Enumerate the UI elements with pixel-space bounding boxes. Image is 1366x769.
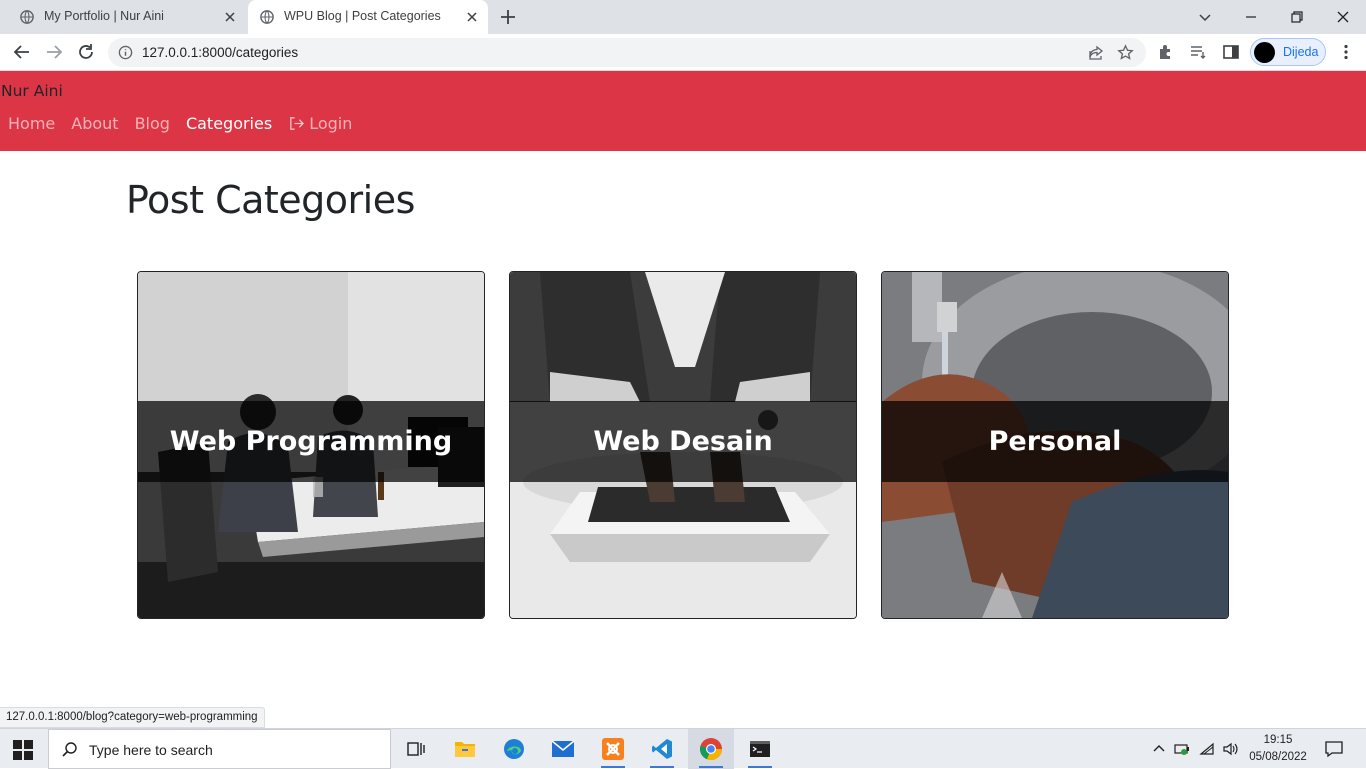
bookmark-star-icon[interactable] xyxy=(1117,44,1134,61)
nav-login-label: Login xyxy=(309,114,353,133)
clock-date: 05/08/2022 xyxy=(1249,751,1307,763)
tray-chevron-up-icon[interactable] xyxy=(1151,741,1167,757)
forward-arrow-icon[interactable] xyxy=(44,42,64,62)
browser-toolbar: 127.0.0.1:8000/categories Dijeda xyxy=(0,34,1366,71)
nav-links: Home About Blog Categories Login xyxy=(8,114,368,133)
nav-categories[interactable]: Categories xyxy=(186,114,272,133)
nav-home[interactable]: Home xyxy=(8,114,55,133)
search-icon xyxy=(62,742,77,757)
tab-my-portfolio[interactable]: My Portfolio | Nur Aini xyxy=(8,0,246,34)
category-title: Web Programming xyxy=(169,426,453,457)
side-panel-icon[interactable] xyxy=(1222,43,1240,61)
minimize-icon[interactable] xyxy=(1240,6,1262,28)
profile-button[interactable]: Dijeda xyxy=(1250,38,1326,66)
tab-search-chevron-icon[interactable] xyxy=(1194,6,1216,28)
system-clock[interactable]: 19:15 05/08/2022 xyxy=(1246,732,1310,766)
page-title: Post Categories xyxy=(126,178,415,222)
taskbar-search[interactable]: Type here to search xyxy=(48,729,391,769)
site-brand[interactable]: Nur Aini xyxy=(1,82,63,100)
notification-icon[interactable] xyxy=(1324,739,1344,759)
menu-kebab-icon[interactable] xyxy=(1337,43,1355,61)
restore-icon[interactable] xyxy=(1286,6,1308,28)
mail-button[interactable] xyxy=(540,729,586,769)
taskbar: Type here to search 19:15 05/08/2022 xyxy=(0,728,1366,769)
edge-icon xyxy=(504,739,524,759)
card-overlay: Web Programming xyxy=(138,401,484,482)
globe-icon xyxy=(20,10,34,24)
terminal-button[interactable] xyxy=(737,729,783,769)
card-overlay: Personal xyxy=(882,401,1228,482)
profile-name: Dijeda xyxy=(1283,45,1319,59)
tab-title: WPU Blog | Post Categories xyxy=(284,9,441,23)
volume-icon[interactable] xyxy=(1222,741,1238,757)
url-text[interactable]: 127.0.0.1:8000/categories xyxy=(142,45,298,60)
tab-title: My Portfolio | Nur Aini xyxy=(44,9,164,23)
task-view-button[interactable] xyxy=(393,729,439,769)
terminal-icon xyxy=(750,741,770,757)
status-bar-url: 127.0.0.1:8000/blog?category=web-program… xyxy=(0,707,265,728)
nav-about[interactable]: About xyxy=(71,114,118,133)
login-icon xyxy=(290,117,305,130)
xampp-icon xyxy=(602,738,624,760)
avatar xyxy=(1254,42,1275,63)
mail-icon xyxy=(551,740,575,757)
file-explorer-button[interactable] xyxy=(442,729,488,769)
site-navbar: Nur Aini Home About Blog Categories Logi… xyxy=(0,71,1366,151)
edge-button[interactable] xyxy=(491,729,537,769)
close-icon[interactable] xyxy=(222,9,238,25)
nav-blog[interactable]: Blog xyxy=(135,114,170,133)
category-card-personal[interactable]: Personal xyxy=(881,271,1229,619)
task-view-icon xyxy=(407,742,425,756)
address-bar[interactable]: 127.0.0.1:8000/categories xyxy=(108,38,1146,67)
extensions-puzzle-icon[interactable] xyxy=(1157,43,1175,61)
battery-icon[interactable] xyxy=(1174,741,1190,757)
category-title: Personal xyxy=(988,426,1122,457)
category-card-web-desain[interactable]: Web Desain xyxy=(509,271,857,619)
chrome-button[interactable] xyxy=(688,729,734,769)
share-icon[interactable] xyxy=(1088,45,1104,61)
reload-icon[interactable] xyxy=(76,42,96,62)
vscode-icon xyxy=(652,739,672,759)
globe-icon xyxy=(260,10,274,24)
reading-list-icon[interactable] xyxy=(1189,43,1207,61)
card-overlay: Web Desain xyxy=(510,401,856,482)
wifi-icon[interactable] xyxy=(1199,741,1215,757)
category-card-web-programming[interactable]: Web Programming xyxy=(137,271,485,619)
back-arrow-icon[interactable] xyxy=(12,42,32,62)
search-placeholder: Type here to search xyxy=(89,742,213,758)
new-tab-icon[interactable] xyxy=(498,7,518,27)
tab-strip: My Portfolio | Nur Aini WPU Blog | Post … xyxy=(0,0,1366,34)
site-info-icon[interactable] xyxy=(118,45,133,60)
close-window-icon[interactable] xyxy=(1332,6,1354,28)
nav-login[interactable]: Login xyxy=(288,114,352,133)
clock-time: 19:15 xyxy=(1263,734,1293,746)
chrome-icon xyxy=(700,738,723,761)
windows-start-icon[interactable] xyxy=(13,740,33,760)
file-explorer-icon xyxy=(455,742,475,757)
vscode-button[interactable] xyxy=(639,729,685,769)
xampp-button[interactable] xyxy=(590,729,636,769)
close-icon[interactable] xyxy=(464,9,480,25)
category-title: Web Desain xyxy=(593,426,773,457)
tab-post-categories[interactable]: WPU Blog | Post Categories xyxy=(248,0,488,34)
